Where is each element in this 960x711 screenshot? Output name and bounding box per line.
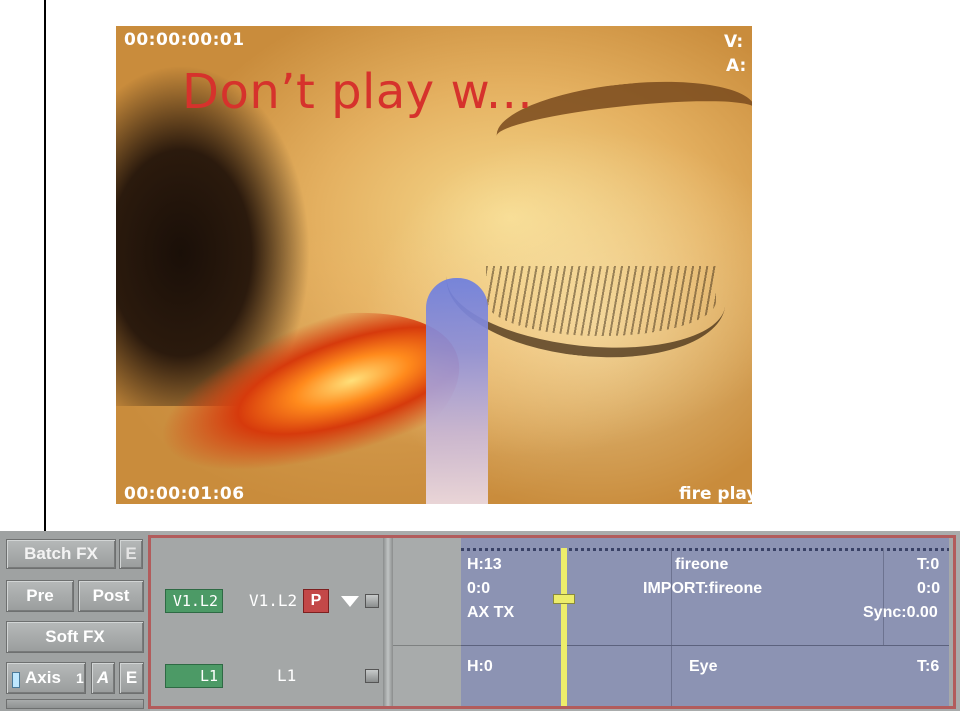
axis-number: 1 <box>76 670 84 686</box>
clip-dotted-line <box>461 548 949 551</box>
timeline-empty-area[interactable] <box>393 538 462 706</box>
timecode-top: 00:00:00:01 <box>124 30 245 50</box>
track-headers: V1.L2 V1.L2 P L1 L1 <box>151 538 383 706</box>
axis-indicator-icon <box>12 672 20 688</box>
viewer-image-lashes <box>486 266 716 336</box>
edit-button[interactable]: E <box>119 662 144 694</box>
clip-tail-handles: T:0 <box>917 556 940 573</box>
track-divider-handle[interactable] <box>383 538 393 706</box>
viewer-clip-name: fire play <box>679 484 752 504</box>
editing-panel: Batch FX E Pre Post Soft FX Axis 1 A E V… <box>0 531 960 711</box>
soft-fx-button[interactable]: Soft FX <box>6 621 144 653</box>
track-separator <box>393 645 461 646</box>
pre-button[interactable]: Pre <box>6 580 74 612</box>
track-label-v1l2: V1.L2 <box>249 591 298 610</box>
clip-head-handles: H:13 <box>467 556 502 573</box>
a-button[interactable]: A <box>91 662 115 694</box>
image-viewer[interactable]: 00:00:00:01 Don’t play w... V: A: 00:00:… <box>116 26 752 504</box>
clip-effects: AX TX <box>467 604 515 621</box>
clip-divider <box>883 548 884 645</box>
viewer-caption: Don’t play w... <box>182 64 534 120</box>
clip-fireone[interactable]: H:13 fireone T:0 0:0 IMPORT:fireone 0:0 … <box>461 538 949 646</box>
batch-edit-button[interactable]: E <box>119 539 143 569</box>
clip-offset-left: 0:0 <box>467 580 491 597</box>
track-toggle-l1[interactable] <box>365 669 379 683</box>
clip-source: IMPORT:fireone <box>643 580 763 597</box>
callout-arrow-line <box>44 0 46 562</box>
audio-track-label: A: <box>726 56 747 76</box>
timeline[interactable]: V1.L2 V1.L2 P L1 L1 H:13 fireone T:0 0:0… <box>148 535 956 709</box>
batch-fx-button[interactable]: Batch FX <box>6 539 116 569</box>
timeline-positioner[interactable] <box>561 548 567 706</box>
track-label-l1: L1 <box>277 666 297 685</box>
track-patch-l1[interactable]: L1 <box>165 664 223 688</box>
timecode-bottom: 00:00:01:06 <box>124 484 245 504</box>
priority-button[interactable]: P <box>303 589 329 613</box>
track-toggle-v1l2[interactable] <box>365 594 379 608</box>
viewer-image-swab <box>426 278 488 504</box>
axis-button-label: Axis <box>25 668 61 687</box>
clip-divider <box>671 646 672 706</box>
clip-offset-right: 0:0 <box>917 580 941 597</box>
post-button[interactable]: Post <box>78 580 144 612</box>
axis-button[interactable]: Axis <box>6 662 86 694</box>
timeline-right-edge <box>949 538 953 706</box>
partial-button-row <box>6 699 144 709</box>
clip-name: fireone <box>675 556 729 573</box>
clip-eye[interactable]: H:0 Eye T:6 <box>461 646 949 706</box>
track-patch-v1l2[interactable]: V1.L2 <box>165 589 223 613</box>
triangle-down-icon[interactable] <box>341 596 359 607</box>
positioner-handle[interactable] <box>553 594 575 604</box>
clip-tail-handles: T:6 <box>917 658 940 675</box>
effects-button-column: Batch FX E Pre Post Soft FX Axis 1 A E <box>0 531 150 711</box>
video-track-label: V: <box>724 32 744 52</box>
clip-head-handles: H:0 <box>467 658 493 675</box>
clip-sync: Sync:0.00 <box>863 604 938 621</box>
clip-name: Eye <box>689 658 718 675</box>
